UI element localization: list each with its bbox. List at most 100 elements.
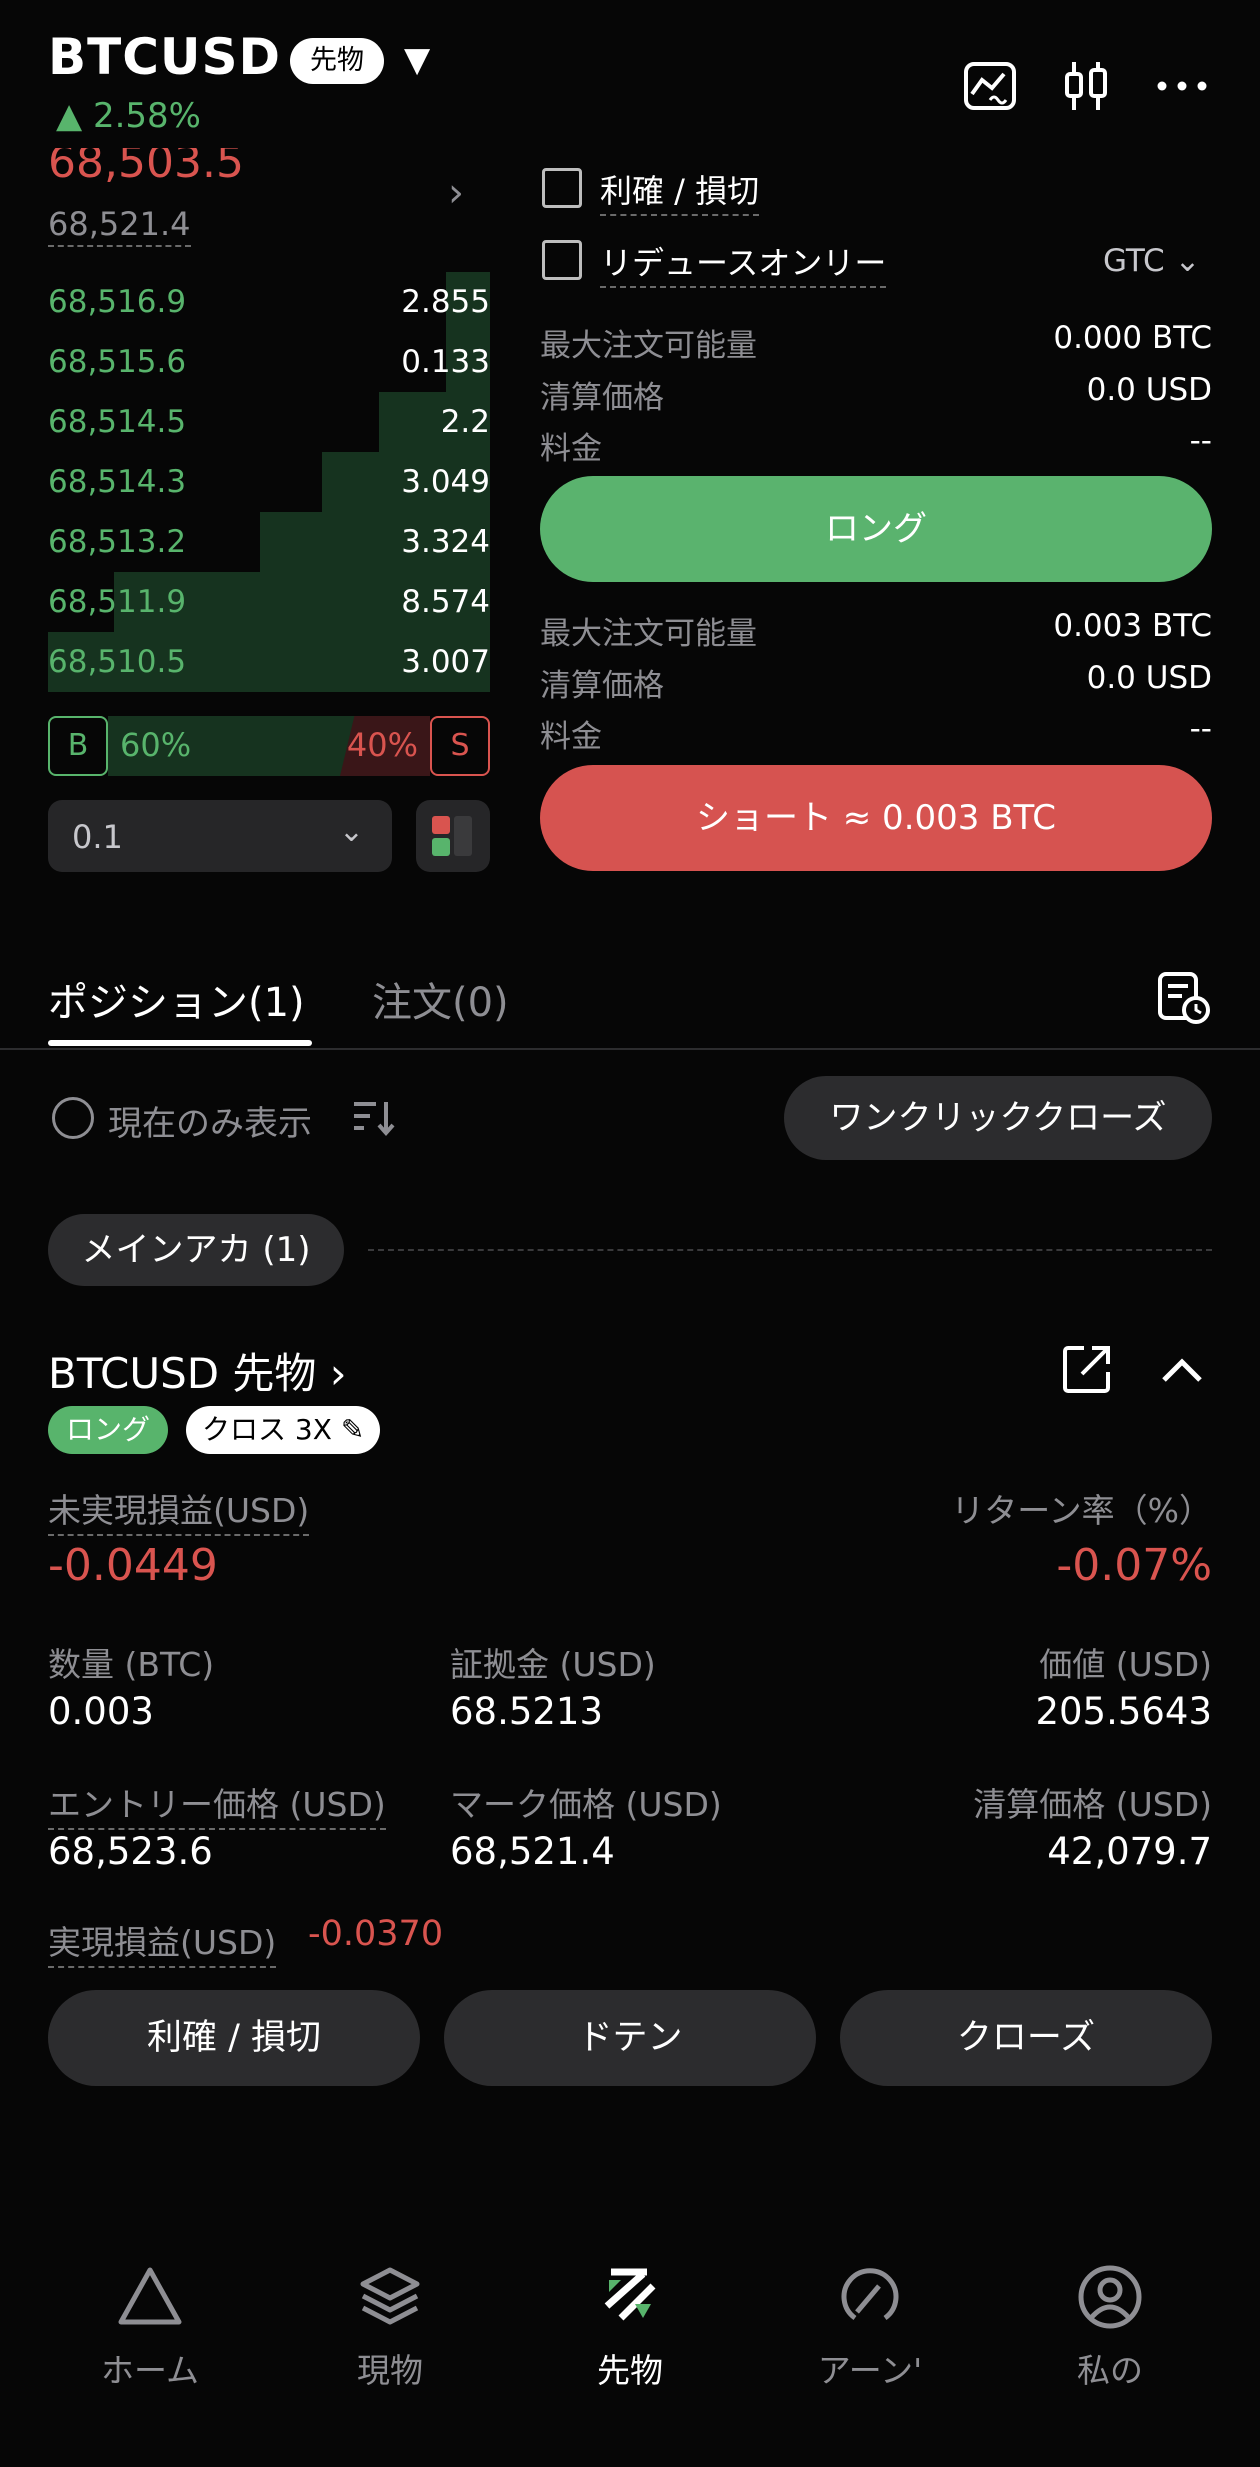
divider (0, 1048, 1260, 1050)
orderbook-row[interactable]: 68,510.5 3.007 (48, 632, 490, 692)
tab-orders[interactable]: 注文(0) (372, 970, 509, 1028)
nav-futures[interactable]: 先物 (550, 2262, 710, 2392)
candlestick-icon[interactable] (1056, 56, 1116, 116)
time-in-force-select[interactable]: GTC ⌄ (1103, 243, 1201, 279)
chevron-down-icon: ⌄ (338, 814, 364, 849)
buy-percent: 60% (120, 726, 192, 764)
precision-select[interactable]: 0.1 ⌄ (48, 800, 392, 872)
tpsl-label: 利確 / 損切 (600, 166, 760, 216)
long-max-qty-label: 最大注文可能量 (540, 328, 757, 364)
long-fee-value: -- (1189, 423, 1212, 459)
bid-qty: 3.049 (401, 464, 490, 500)
pencil-icon: ✎ (340, 1413, 365, 1446)
orderbook-view-toggle[interactable] (416, 800, 490, 872)
bid-price: 68,510.5 (48, 644, 187, 680)
more-icon[interactable] (1152, 56, 1212, 116)
unrealized-pnl-value: -0.0449 (48, 1540, 218, 1591)
margin-mode-tag[interactable]: クロス 3X ✎ (186, 1406, 381, 1454)
entry-price-label: エントリー価格 (USD) (48, 1778, 386, 1830)
nav-me[interactable]: 私の (1030, 2262, 1190, 2392)
qty-label: 数量 (BTC) (48, 1645, 215, 1684)
account-chip[interactable]: メインアカ (1) (48, 1214, 344, 1286)
reverse-button[interactable]: ドテン (444, 1990, 816, 2086)
liq-price-label: 清算価格 (USD) (973, 1785, 1212, 1824)
short-max-qty-label: 最大注文可能量 (540, 616, 757, 652)
chevron-down-icon: ⌄ (1174, 243, 1201, 279)
nav-spot-label: 現物 (357, 2351, 423, 2390)
tpsl-checkbox[interactable] (542, 168, 582, 208)
current-only-label: 現在のみ表示 (108, 1104, 312, 1144)
close-position-button[interactable]: クローズ (840, 1990, 1212, 2086)
chevron-right-icon: › (329, 1349, 347, 1398)
share-icon[interactable] (1060, 1342, 1114, 1400)
chevron-right-icon[interactable]: › (448, 170, 464, 216)
qty-value: 0.003 (48, 1690, 154, 1733)
tab-positions[interactable]: ポジション(1) (48, 970, 305, 1028)
sort-icon[interactable] (352, 1098, 396, 1142)
roe-value: -0.07% (1056, 1540, 1212, 1591)
bid-qty: 0.133 (401, 344, 490, 380)
buy-sell-ratio: B 60% 40% S (48, 716, 490, 776)
short-fee-label: 料金 (540, 719, 602, 755)
bid-qty: 8.574 (401, 584, 490, 620)
bid-qty: 2.2 (440, 404, 490, 440)
one-click-close-button[interactable]: ワンクリッククローズ (784, 1076, 1212, 1160)
orderbook-row[interactable]: 68,511.9 8.574 (48, 572, 490, 632)
home-icon (118, 2267, 182, 2325)
mark-price-label: マーク価格 (USD) (450, 1785, 722, 1824)
side-tag: ロング (48, 1406, 169, 1454)
roe-label: リターン率（%） (951, 1491, 1212, 1530)
nav-earn[interactable]: アーン' (790, 2262, 950, 2392)
short-max-qty-value: 0.003 BTC (1053, 608, 1212, 644)
value-label: 価値 (USD) (1039, 1645, 1212, 1684)
nav-futures-label: 先物 (597, 2351, 663, 2390)
long-button[interactable]: ロング (540, 476, 1212, 582)
long-max-qty-value: 0.000 BTC (1053, 320, 1212, 356)
bid-qty: 3.007 (401, 644, 490, 680)
nav-me-label: 私の (1077, 2351, 1143, 2390)
earn-icon (841, 2268, 899, 2321)
current-only-radio[interactable] (52, 1097, 94, 1139)
symbol-title[interactable]: BTCUSD (48, 28, 281, 86)
bid-price: 68,515.6 (48, 344, 187, 380)
short-liq-label: 清算価格 (540, 668, 664, 704)
divider (368, 1249, 1212, 1251)
profile-icon (1078, 2265, 1142, 2329)
liq-price-value: 42,079.7 (1047, 1830, 1212, 1873)
orderbook-row[interactable]: 68,516.9 2.855 (48, 272, 490, 332)
realized-pnl-value: -0.0370 (308, 1914, 444, 1954)
reduce-only-checkbox[interactable] (542, 240, 582, 280)
book-view-icon (432, 816, 472, 856)
long-fee-label: 料金 (540, 431, 602, 467)
bid-price: 68,516.9 (48, 284, 187, 320)
mark-price-value: 68,521.4 (450, 1830, 615, 1873)
order-history-icon[interactable] (1156, 970, 1212, 1030)
bid-price: 68,514.5 (48, 404, 187, 440)
price-change: ▲ 2.58% (56, 96, 201, 136)
last-price: 68,503.5 (48, 148, 244, 188)
symbol-dropdown-icon[interactable]: ▼ (404, 40, 430, 80)
orderbook-row[interactable]: 68,513.2 3.324 (48, 512, 490, 572)
short-button[interactable]: ショート ≈ 0.003 BTC (540, 765, 1212, 871)
tpsl-button[interactable]: 利確 / 損切 (48, 1990, 420, 2086)
orderbook-row[interactable]: 68,514.3 3.049 (48, 452, 490, 512)
long-liq-label: 清算価格 (540, 380, 664, 416)
position-title[interactable]: BTCUSD 先物 › (48, 1340, 347, 1401)
bid-price: 68,514.3 (48, 464, 187, 500)
buy-badge: B (48, 716, 108, 776)
orderbook-row[interactable]: 68,515.6 0.133 (48, 332, 490, 392)
collapse-icon[interactable] (1160, 1350, 1204, 1394)
futures-icon (604, 2268, 656, 2321)
margin-value: 68.5213 (450, 1690, 604, 1733)
chart-icon[interactable] (960, 56, 1020, 116)
nav-earn-label: アーン' (817, 2351, 923, 2390)
realized-pnl-label: 実現損益(USD) (48, 1916, 277, 1968)
futures-badge: 先物 (290, 38, 384, 84)
nav-spot[interactable]: 現物 (310, 2262, 470, 2392)
value-value: 205.5643 (1035, 1690, 1212, 1733)
nav-home-label: ホーム (100, 2351, 199, 2390)
orderbook-row[interactable]: 68,514.5 2.2 (48, 392, 490, 452)
bid-price: 68,513.2 (48, 524, 187, 560)
nav-home[interactable]: ホーム (70, 2262, 230, 2392)
bid-price: 68,511.9 (48, 584, 187, 620)
